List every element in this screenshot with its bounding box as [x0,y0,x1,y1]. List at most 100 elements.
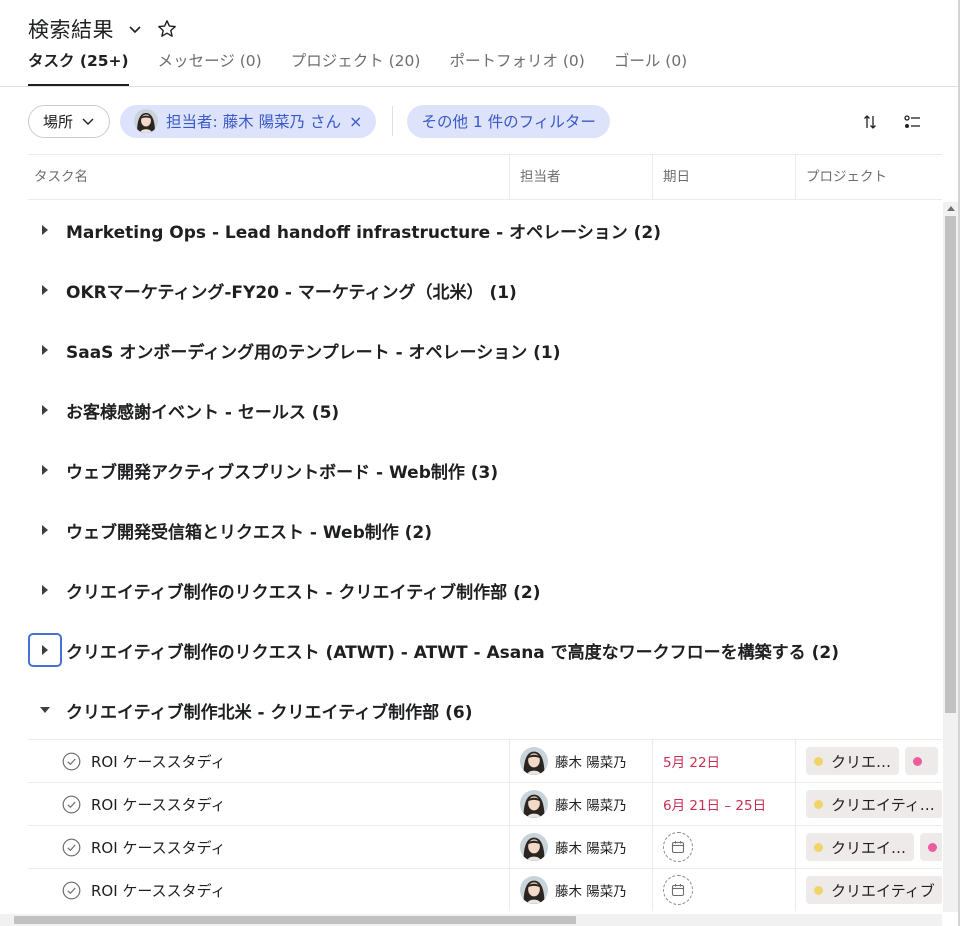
tab-tasks[interactable]: タスク (25+) [28,48,129,86]
project-pill[interactable] [920,833,942,861]
expand-group-button[interactable] [28,513,62,547]
remove-filter-button[interactable]: × [349,112,362,131]
project-name: クリエイティブ [831,881,935,900]
task-name[interactable]: ROI ケーススタディ [91,837,226,858]
tab-projects[interactable]: プロジェクト (20) [291,48,421,86]
group-row[interactable]: お客様感謝イベント - セールス (5) [28,382,942,438]
project-color-dot [814,885,823,895]
caret-right-icon [42,405,48,415]
expand-group-button[interactable] [28,213,62,247]
task-name-cell: ROI ケーススタディ [62,740,510,782]
project-pill[interactable]: クリエイティ… [806,790,942,818]
group-title: Marketing Ops - Lead handoff infrastruct… [66,222,662,243]
horizontal-scrollbar[interactable] [0,914,942,926]
table-row[interactable]: ROI ケーススタディ 藤木 陽菜乃 クリエイ… [28,825,942,868]
due-date: 5月 22日 [663,755,721,771]
avatar [520,876,548,904]
column-due[interactable]: 期日 [652,155,795,199]
project-pill[interactable]: クリエ… [806,747,900,775]
column-header: タスク名 担当者 期日 プロジェクト [28,154,942,200]
group-title: ウェブ開発受信箱とリクエスト - Web制作 (2) [66,522,433,543]
project-color-dot [814,799,823,809]
chevron-down-icon [129,26,141,34]
page-header: 検索結果 [28,12,178,46]
chevron-down-icon [82,118,94,125]
check-circle-icon[interactable] [62,795,81,814]
project-cell[interactable]: クリエ… [795,740,942,782]
expand-group-button[interactable] [28,573,62,607]
location-filter-button[interactable]: 場所 [28,104,111,138]
caret-right-icon [42,225,48,235]
expand-group-button[interactable] [28,273,62,307]
assignee-name: 藤木 陽菜乃 [555,798,627,814]
check-circle-icon[interactable] [62,881,81,900]
check-circle-icon[interactable] [62,838,81,857]
task-name-cell: ROI ケーススタディ [62,869,510,911]
project-cell[interactable]: クリエイティ… [795,783,942,825]
collapse-group-button[interactable] [28,693,62,727]
project-cell[interactable]: クリエイ… [795,826,942,868]
avatar [134,109,159,133]
check-circle-icon[interactable] [62,752,81,771]
project-cell[interactable]: クリエイティブ [795,869,942,911]
group-row[interactable]: クリエイティブ制作のリクエスト - クリエイティブ制作部 (2) [28,562,942,618]
caret-right-icon [42,525,48,535]
task-name[interactable]: ROI ケーススタディ [91,751,226,772]
caret-right-icon [42,465,48,475]
due-date-cell[interactable]: 6月 21日 – 25日 [652,783,795,825]
due-date-cell[interactable]: 5月 22日 [652,740,795,782]
calendar-icon [671,841,685,854]
vertical-scroll-thumb[interactable] [945,216,956,713]
column-assignee[interactable]: 担当者 [509,155,652,199]
tab-goals[interactable]: ゴール (0) [614,48,687,86]
assignee-name: 藤木 陽菜乃 [555,755,627,771]
project-pill[interactable]: クリエイ… [806,833,915,861]
group-row[interactable]: OKRマーケティング-FY20 - マーケティング（北米） (1) [28,262,942,318]
table-row[interactable]: ROI ケーススタディ 藤木 陽菜乃 6月 21日 – 25日 クリエイティ… [28,782,942,825]
group-row[interactable]: ウェブ開発アクティブスプリントボード - Web制作 (3) [28,442,942,498]
tab-messages[interactable]: メッセージ (0) [158,48,262,86]
assignee-cell[interactable]: 藤木 陽菜乃 [509,869,652,911]
assignee-cell[interactable]: 藤木 陽菜乃 [509,740,652,782]
due-date-cell[interactable] [652,826,795,868]
project-pill[interactable]: クリエイティブ [806,876,942,904]
favorite-button[interactable] [156,18,178,40]
title-menu-button[interactable] [124,18,146,40]
table-row[interactable]: ROI ケーススタディ 藤木 陽菜乃 5月 22日 クリエ… [28,739,942,782]
options-button[interactable] [902,111,924,133]
expand-group-button[interactable] [28,393,62,427]
group-title: クリエイティブ制作北米 - クリエイティブ制作部 (6) [66,702,473,723]
sort-arrows-icon [864,115,876,129]
expand-group-button[interactable] [28,633,62,667]
assignee-cell[interactable]: 藤木 陽菜乃 [509,783,652,825]
group-row[interactable]: クリエイティブ制作のリクエスト (ATWT) - ATWT - Asana で高… [28,622,942,678]
scroll-up-arrow[interactable] [947,206,955,211]
assignee-filter-chip[interactable]: 担当者: 藤木 陽菜乃 さん × [120,104,377,138]
page-title: 検索結果 [28,18,114,42]
expand-group-button[interactable] [28,453,62,487]
task-name[interactable]: ROI ケーススタディ [91,794,226,815]
calendar-icon [671,884,685,897]
expand-group-button[interactable] [28,333,62,367]
group-row[interactable]: Marketing Ops - Lead handoff infrastruct… [28,202,942,258]
due-date-cell[interactable] [652,869,795,911]
set-due-date-button[interactable] [663,875,693,905]
table-row[interactable]: ROI ケーススタディ 藤木 陽菜乃 クリエイティブ [28,868,942,911]
list-options-icon [904,115,920,128]
project-pill[interactable] [905,747,939,775]
caret-down-icon [40,707,50,713]
sort-button[interactable] [859,111,881,133]
task-name[interactable]: ROI ケーススタディ [91,880,226,901]
set-due-date-button[interactable] [663,832,693,862]
column-task-name[interactable]: タスク名 [28,155,509,199]
project-name: クリエ… [831,752,892,771]
assignee-cell[interactable]: 藤木 陽菜乃 [509,826,652,868]
vertical-scrollbar[interactable] [943,202,958,912]
more-filters-chip[interactable]: その他 1 件のフィルター [407,104,610,138]
group-row[interactable]: ウェブ開発受信箱とリクエスト - Web制作 (2) [28,502,942,558]
group-row[interactable]: SaaS オンボーディング用のテンプレート - オペレーション (1) [28,322,942,378]
column-project[interactable]: プロジェクト [795,155,942,199]
group-row[interactable]: クリエイティブ制作北米 - クリエイティブ制作部 (6) [28,682,942,738]
horizontal-scroll-thumb[interactable] [14,916,576,924]
tab-portfolios[interactable]: ポートフォリオ (0) [449,48,584,86]
